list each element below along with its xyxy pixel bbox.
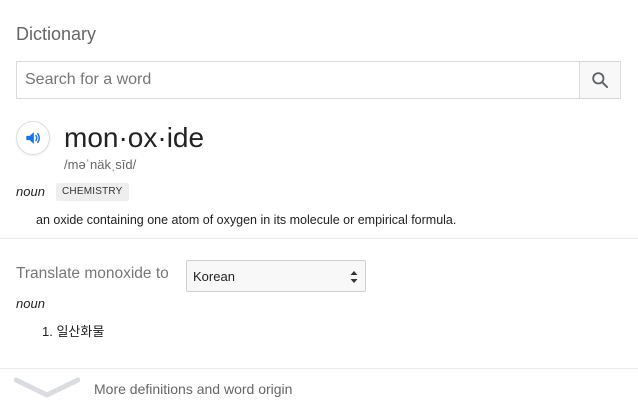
language-select[interactable]: Korean [186,260,366,292]
headword: mon·ox·ide [64,122,205,153]
speaker-icon [26,132,40,144]
phonetic-spelling: /məˈnäkˌsīd/ [64,157,137,172]
translation-part-of-speech: noun [16,296,45,311]
translate-label: Translate monoxide to [16,265,169,282]
definition-text: an oxide containing one atom of oxygen i… [36,213,457,227]
section-divider [0,238,638,239]
search-input[interactable] [17,62,581,98]
pronunciation-button[interactable] [16,121,50,155]
more-definitions-link[interactable]: More definitions and word origin [0,370,638,409]
select-arrows-icon [350,271,358,283]
footer-divider [0,368,638,369]
part-of-speech: noun [16,184,45,199]
search-box [16,61,621,99]
translation-item: 1. 일산화물 [42,324,105,339]
more-definitions-label: More definitions and word origin [94,381,293,397]
chevron-down-icon [14,377,80,398]
dictionary-card: Dictionary mon·ox·ide /məˈnäkˌsīd/ noun … [0,0,638,409]
search-button[interactable] [579,62,620,98]
search-icon [592,72,609,89]
language-select-value: Korean [193,269,235,284]
subject-tag: CHEMISTRY [56,183,129,201]
card-title: Dictionary [16,24,97,44]
